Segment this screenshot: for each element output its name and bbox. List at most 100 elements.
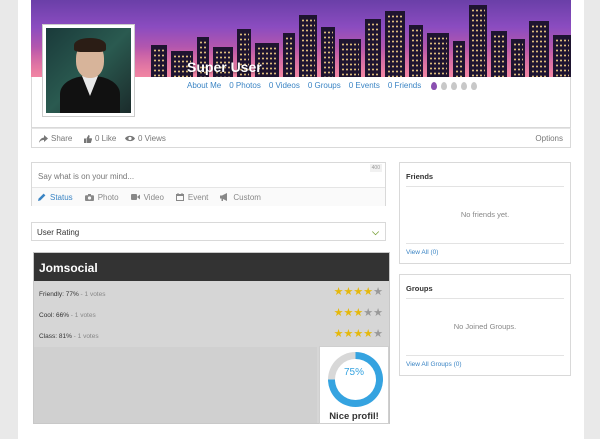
city-building: [151, 45, 167, 77]
tab-photo-label: Photo: [97, 192, 119, 202]
city-building: [491, 31, 507, 77]
like-button[interactable]: 0 Like: [84, 134, 116, 143]
profile-score-box: 75% Nice profil!: [319, 346, 389, 424]
city-building: [365, 19, 381, 77]
friends-link[interactable]: 0 Friends: [388, 81, 421, 90]
user-rating-label: User Rating: [37, 228, 80, 237]
status-input[interactable]: Say what is on your mind...: [38, 172, 134, 181]
tab-photo[interactable]: Photo: [84, 192, 119, 202]
groups-widget-title: Groups: [406, 284, 433, 293]
star-filled-icon[interactable]: ★: [344, 308, 354, 319]
options-label: Options: [535, 134, 563, 143]
groups-widget: Groups No Joined Groups. View All Groups…: [399, 274, 571, 376]
like-label: 0 Like: [95, 134, 117, 143]
drop-icon: [461, 81, 468, 90]
star-rating[interactable]: ★ ★ ★ ★ ★: [334, 287, 383, 298]
score-text: Nice profil!: [329, 411, 379, 422]
star-rating[interactable]: ★ ★ ★ ★ ★: [334, 329, 383, 340]
share-button[interactable]: Share: [39, 134, 72, 143]
tab-event[interactable]: Event: [175, 193, 208, 202]
star-filled-icon[interactable]: ★: [353, 329, 363, 340]
city-building: [385, 11, 405, 77]
divider: [406, 186, 564, 187]
city-building: [283, 33, 295, 77]
rating-row: Cool: 66% - 1 votes ★ ★ ★ ★ ★: [34, 305, 389, 326]
city-building: [321, 27, 335, 77]
divider: [406, 298, 564, 299]
chevron-down-icon: ⌵: [372, 227, 379, 237]
score-value: 75%: [343, 367, 364, 378]
module-body: [34, 347, 317, 423]
star-filled-icon[interactable]: ★: [334, 287, 344, 298]
options-button[interactable]: Options: [535, 134, 563, 143]
divider: [406, 355, 564, 356]
videos-link[interactable]: 0 Videos: [269, 81, 300, 90]
tab-custom[interactable]: Custom: [220, 193, 261, 202]
city-building: [469, 5, 487, 77]
rating-row: Friendly: 77% - 1 votes ★ ★ ★ ★ ★: [34, 284, 389, 305]
friends-widget-title: Friends: [406, 172, 434, 181]
views-counter: 0 Views: [125, 134, 166, 143]
calendar-icon: [175, 193, 184, 201]
video-camera-icon: [130, 194, 140, 200]
star-rating[interactable]: ★ ★ ★ ★ ★: [334, 308, 383, 319]
groups-empty-text: No Joined Groups.: [453, 322, 517, 331]
rating-label: Class: 81%: [39, 333, 72, 340]
rating-votes: - 1 votes: [78, 291, 106, 298]
star-filled-icon[interactable]: ★: [334, 329, 344, 340]
divider: [406, 243, 564, 244]
user-rating-dropdown[interactable]: User Rating ⌵: [31, 222, 386, 241]
drop-icon: [451, 81, 458, 90]
star-filled-icon[interactable]: ★: [353, 287, 363, 298]
star-empty-icon[interactable]: ★: [363, 308, 373, 319]
avatar-hair: [74, 38, 106, 52]
city-building: [553, 35, 571, 77]
tab-status-label: Status: [50, 192, 73, 202]
composer-tabs: Status Photo Video Event Custom: [32, 187, 385, 206]
avatar[interactable]: [42, 24, 135, 117]
groups-link[interactable]: 0 Groups: [308, 81, 341, 90]
score-ring: [328, 352, 383, 407]
share-icon: [39, 134, 48, 143]
star-empty-icon[interactable]: ★: [373, 308, 383, 319]
star-filled-icon[interactable]: ★: [344, 329, 354, 340]
views-label: 0 Views: [138, 134, 166, 143]
events-link[interactable]: 0 Events: [349, 81, 380, 90]
city-building: [299, 15, 317, 77]
point-drops: [431, 81, 478, 90]
groups-view-all-link[interactable]: View All Groups (0): [406, 361, 462, 368]
photos-link[interactable]: 0 Photos: [229, 81, 261, 90]
city-building: [427, 33, 449, 77]
rating-label: Cool: 66%: [39, 312, 69, 319]
about-me-link[interactable]: About Me: [187, 81, 221, 90]
tab-video[interactable]: Video: [130, 193, 164, 202]
friends-view-all-link[interactable]: View All (0): [406, 249, 438, 256]
star-filled-icon[interactable]: ★: [353, 308, 363, 319]
profile-page: Super User About Me 0 Photos 0 Videos 0 …: [18, 0, 584, 439]
profile-stats: About Me 0 Photos 0 Videos 0 Groups 0 Ev…: [187, 81, 478, 90]
tab-status[interactable]: Status: [38, 193, 73, 202]
megaphone-icon: [220, 193, 228, 201]
star-filled-icon[interactable]: ★: [363, 329, 373, 340]
profile-name[interactable]: Super User: [187, 59, 262, 75]
drop-icon: [471, 81, 478, 90]
friends-empty-text: No friends yet.: [460, 210, 510, 219]
friends-widget: Friends No friends yet. View All (0): [399, 162, 571, 264]
city-building: [339, 39, 361, 77]
star-filled-icon[interactable]: ★: [334, 308, 344, 319]
city-building: [409, 25, 423, 77]
rating-row: Class: 81% - 1 votes ★ ★ ★ ★ ★: [34, 326, 389, 347]
jomsocial-rating-module: Jomsocial Friendly: 77% - 1 votes ★ ★ ★ ★ ★ …: [33, 252, 390, 424]
city-building: [529, 21, 549, 77]
profile-action-bar: Share 0 Like 0 Views Options: [31, 128, 571, 148]
city-building: [453, 41, 465, 77]
camera-icon: [84, 193, 94, 201]
rating-label: Friendly: 77%: [39, 291, 79, 298]
tab-custom-label: Custom: [233, 192, 261, 202]
star-filled-icon[interactable]: ★: [344, 287, 354, 298]
star-empty-icon[interactable]: ★: [373, 329, 383, 340]
star-filled-icon[interactable]: ★: [363, 287, 373, 298]
avatar-photo: [46, 28, 131, 113]
star-empty-icon[interactable]: ★: [373, 287, 383, 298]
jomsocial-title: Jomsocial: [34, 253, 389, 281]
